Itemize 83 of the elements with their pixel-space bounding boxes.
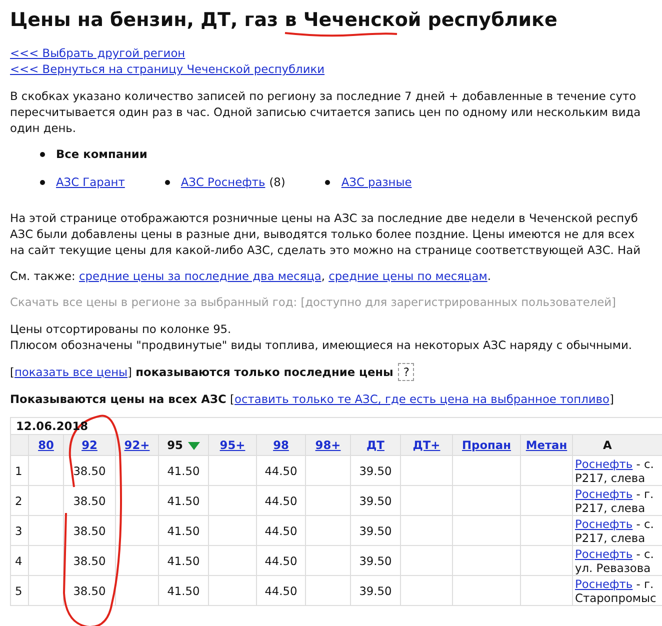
nav-link[interactable]: <<< Выбрать другой регион [10,45,662,61]
station-brand-link[interactable]: Роснефть [575,546,633,560]
price-cell: 41.50 [158,546,208,576]
price-cell: 44.50 [256,486,306,516]
page-title: Цены на бензин, ДТ, газ в Чеченской республике [10,9,558,31]
station-brand-link[interactable]: Роснефть [575,486,633,500]
station-brand-link[interactable]: Роснефть [575,576,633,590]
bracket: ] [609,391,614,407]
station-place: - г. [635,486,654,500]
price-cell: 41.50 [158,486,208,516]
column-header[interactable]: Пропан [452,434,520,456]
see-also-link[interactable]: средние цены за последние два месяца [79,268,322,284]
row-number: 2 [10,486,28,516]
price-cell: 39.50 [350,516,400,546]
station-brand-link[interactable]: Роснефть [575,456,633,470]
sort-note: Цены отсортированы по колонке 95. Плюсом обозначены "продвинутые" виды топлива, имеющиеся на некоторых АЗС наряду с обычными. [10,321,634,353]
bracket: ] [128,364,132,380]
price-cell: 38.50 [64,456,116,486]
bullet-icon [325,180,330,184]
station-address: Р217, слева [575,530,646,544]
see-also-link[interactable]: средние цены по месяцам [328,268,488,284]
price-cell: 38.50 [64,486,116,516]
intro-paragraph: В скобках указано количество записей по региону за последние 7 дней + добавленные в течение суто пересчитывается один раз в час. Одной записью считается запись цен по одному или нескольким вида один день. [10,88,642,136]
mode-status: показываются только последние цены [136,364,394,380]
row-number: 4 [10,546,28,576]
nav-link[interactable]: <<< Вернуться на страницу Чеченской республики [10,61,662,77]
record-count: (8) [269,174,286,190]
see-also-label: См. также: [10,268,76,284]
column-header[interactable]: ДТ [350,434,400,456]
station-place: - с. [635,516,654,530]
station-brand-link[interactable]: Роснефть [575,516,633,530]
filter-link[interactable]: оставить только те АЗС, где есть цена на выбранное топливо [234,391,610,407]
column-header[interactable]: 95+ [208,434,256,456]
station-place: - г. [635,576,654,590]
column-header[interactable]: Метан [520,434,572,456]
price-cell: 44.50 [256,546,306,576]
company-link[interactable]: АЗС Роснефть [180,174,266,190]
price-cell: 44.50 [256,516,306,546]
price-cell: 44.50 [256,576,306,606]
row-number: 1 [10,456,28,486]
bracket: [ [230,391,234,407]
column-header[interactable]: 98 [256,434,306,456]
price-cell: 39.50 [350,576,400,606]
column-header[interactable]: 95 [158,434,208,456]
price-cell: 38.50 [64,576,116,606]
header-cell [10,434,28,456]
station-address: ул. Ревазова [575,560,651,574]
filter-status: Показываются цены на всех АЗС [10,391,226,407]
price-cell: 44.50 [256,456,306,486]
price-cell: 38.50 [64,546,116,576]
price-cell: 41.50 [158,456,208,486]
price-cell: 39.50 [350,456,400,486]
column-header[interactable]: 80 [28,434,64,456]
station-address: Р217, слева [575,500,646,514]
price-cell: 39.50 [350,486,400,516]
price-cell: 41.50 [158,576,208,606]
download-note: Скачать все цены в регионе за выбранный год: [доступно для зарегистрированных пользователей] [10,294,618,310]
sort-descending-icon [188,442,200,450]
column-header: А [572,434,662,456]
company-link[interactable]: АЗС разные [341,174,412,190]
column-header[interactable]: ДТ+ [400,434,452,456]
column-header[interactable]: 98+ [306,434,350,456]
company-link[interactable]: АЗС Гарант [56,174,125,190]
period: . [487,268,491,284]
show-all-prices-link[interactable]: показать все цены [14,364,128,380]
row-number: 5 [10,576,28,606]
price-cell: 41.50 [158,516,208,546]
separator: , [321,268,326,284]
price-cell: 39.50 [350,546,400,576]
help-button[interactable]: ? [398,363,414,381]
price-cell: 38.50 [64,516,116,546]
description-paragraph: На этой странице отображаются розничные цены на АЗС за последние две недели в Чеченской респуб АЗС были добавлены цены в разные дни, выводятся только более поздние. Цены имеются не для всех на сайт текущие цены для какой-либо АЗС, сделать это можно на странице соответствующей АЗС. Най [10,210,642,258]
station-place: - с. [635,456,654,470]
column-header[interactable]: 92 [64,434,116,456]
station-address: Р217, слева [575,470,646,484]
bullet-icon [40,152,45,156]
bullet-icon [164,180,170,184]
row-number: 3 [10,516,28,546]
station-place: - с. [635,546,654,560]
station-address: Старопромыс [575,590,656,604]
company-filter[interactable]: Все компании [56,146,148,162]
bullet-icon [40,180,45,184]
bracket: [ [10,364,14,380]
